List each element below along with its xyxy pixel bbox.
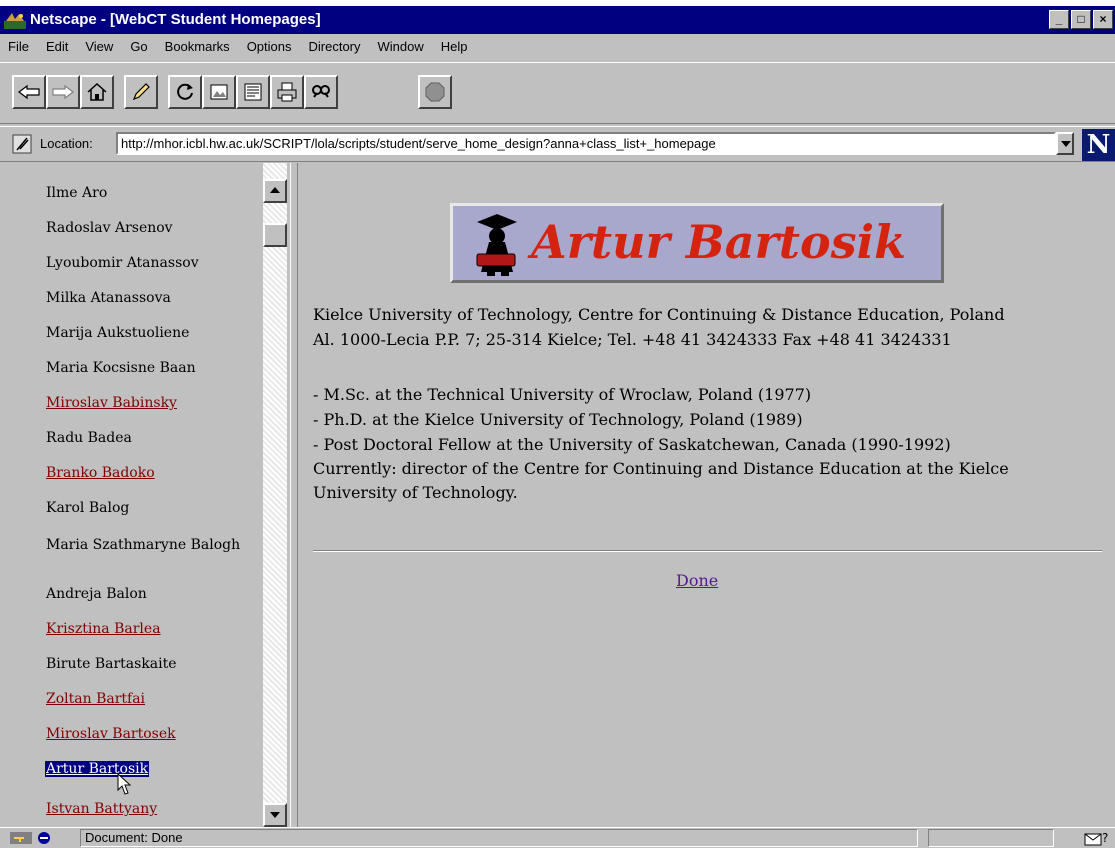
menu-options[interactable]: Options (239, 34, 301, 60)
affiliation-line-1: Kielce University of Technology, Centre … (313, 305, 1005, 324)
student-item[interactable]: Miroslav Bartosek (46, 726, 176, 742)
menu-window[interactable]: Window (370, 34, 433, 60)
cv-line-2: - Ph.D. at the Kielce University of Tech… (313, 410, 803, 429)
student-item: Ilme Aro (46, 185, 108, 201)
menu-directory[interactable]: Directory (301, 34, 370, 60)
menu-edit[interactable]: Edit (38, 34, 77, 60)
name-banner: Artur Bartosik (450, 203, 944, 283)
menu-go[interactable]: Go (122, 34, 156, 60)
title-bar: Netscape - [WebCT Student Homepages] _ □… (0, 6, 1115, 34)
mouse-cursor-icon (117, 773, 132, 795)
menu-view[interactable]: View (77, 34, 122, 60)
student-item: Radoslav Arsenov (46, 220, 173, 236)
menu-bookmarks[interactable]: Bookmarks (157, 34, 239, 60)
reload-button[interactable] (168, 75, 202, 109)
student-item[interactable]: Nicolas Anisollis (46, 163, 163, 165)
student-item: Milka Atanassova (46, 290, 171, 306)
current-position-line-1: Currently: director of the Centre for Co… (313, 459, 1009, 478)
student-item: Maria Kocsisne Baan (46, 360, 196, 376)
frame-splitter[interactable] (290, 163, 298, 827)
status-progress (928, 829, 1054, 847)
netscape-app-icon (4, 13, 26, 29)
stop-icon (425, 82, 445, 102)
open-icon (244, 83, 262, 101)
home-icon (87, 82, 107, 101)
open-button[interactable] (236, 75, 270, 109)
images-icon (210, 84, 228, 100)
student-item: Birute Bartaskaite (46, 656, 177, 672)
current-position-line-2: University of Technology. (313, 483, 518, 502)
stop-button[interactable] (418, 75, 452, 109)
print-button[interactable] (270, 75, 304, 109)
student-item[interactable]: Branko Badoko (46, 465, 155, 481)
status-text: Document: Done (80, 829, 918, 847)
menu-file[interactable]: File (0, 34, 38, 60)
student-item: Marija Aukstuoliene (46, 325, 190, 341)
done-link[interactable]: Done (676, 571, 718, 590)
student-item[interactable]: Istvan Battyany (46, 801, 157, 817)
horizontal-rule (313, 550, 1102, 552)
forward-icon (52, 84, 74, 100)
window-title: Netscape - [WebCT Student Homepages] (30, 11, 321, 28)
banner-name: Artur Bartosik (531, 215, 906, 269)
status-bar: Document: Done ? (0, 827, 1115, 848)
pencil-icon (132, 83, 150, 101)
scroll-thumb[interactable] (263, 223, 287, 247)
security-key-icon[interactable] (10, 830, 58, 846)
back-button[interactable] (12, 75, 46, 109)
student-item: Lyoubomir Atanassov (46, 255, 199, 271)
images-button[interactable] (202, 75, 236, 109)
student-item: Karol Balog (46, 500, 130, 516)
find-icon (312, 85, 330, 98)
forward-button[interactable] (46, 75, 80, 109)
print-icon (277, 82, 297, 102)
scroll-up-button[interactable] (263, 179, 287, 203)
back-icon (18, 84, 40, 100)
student-item: Maria Szathmaryne Balogh (46, 537, 241, 553)
student-item: Radu Badea (46, 430, 132, 446)
cv-line-1: - M.Sc. at the Technical University of W… (313, 385, 812, 404)
find-button[interactable] (304, 75, 338, 109)
reload-icon (177, 83, 193, 100)
minimize-button[interactable]: _ (1049, 10, 1069, 29)
student-item-selected[interactable]: Artur Bartosik (45, 761, 150, 777)
student-list-frame: Nicolas Anisollis Ilme Aro Radoslav Arseno… (0, 163, 290, 827)
graduate-icon (476, 214, 517, 276)
home-button[interactable] (80, 75, 114, 109)
maximize-button[interactable]: □ (1071, 10, 1091, 29)
student-item[interactable]: Zoltan Bartfai (46, 691, 145, 707)
menu-help[interactable]: Help (433, 34, 477, 60)
netscape-logo[interactable]: N (1082, 129, 1115, 161)
svg-text:?: ? (1102, 831, 1108, 845)
location-dropdown-button[interactable] (1056, 132, 1074, 155)
edit-button[interactable] (124, 75, 158, 109)
student-list: Nicolas Anisollis Ilme Aro Radoslav Arseno… (0, 163, 268, 827)
bookmark-quill-icon[interactable] (12, 134, 32, 154)
student-item[interactable]: Miroslav Babinsky (46, 395, 177, 411)
menu-bar: File Edit View Go Bookmarks Options Dire… (0, 34, 1115, 60)
homepage-frame: Artur Bartosik Kielce University of Tech… (298, 163, 1115, 827)
student-item: Andreja Balon (46, 586, 147, 602)
student-item[interactable]: Krisztina Barlea (46, 621, 161, 637)
location-url-input[interactable]: http://mhor.icbl.hw.ac.uk/SCRIPT/lola/sc… (116, 132, 1056, 155)
scroll-down-button[interactable] (263, 803, 287, 827)
location-bar: Location: http://mhor.icbl.hw.ac.uk/SCRI… (0, 126, 1115, 162)
mail-icon[interactable]: ? (1084, 830, 1110, 846)
toolbar (0, 62, 1115, 124)
student-list-scrollbar[interactable] (262, 163, 287, 827)
close-button[interactable]: × (1093, 10, 1113, 29)
affiliation-line-2: Al. 1000-Lecia P.P. 7; 25-314 Kielce; Te… (313, 330, 952, 349)
location-label: Location: (40, 136, 93, 151)
cv-line-3: - Post Doctoral Fellow at the University… (313, 435, 951, 454)
